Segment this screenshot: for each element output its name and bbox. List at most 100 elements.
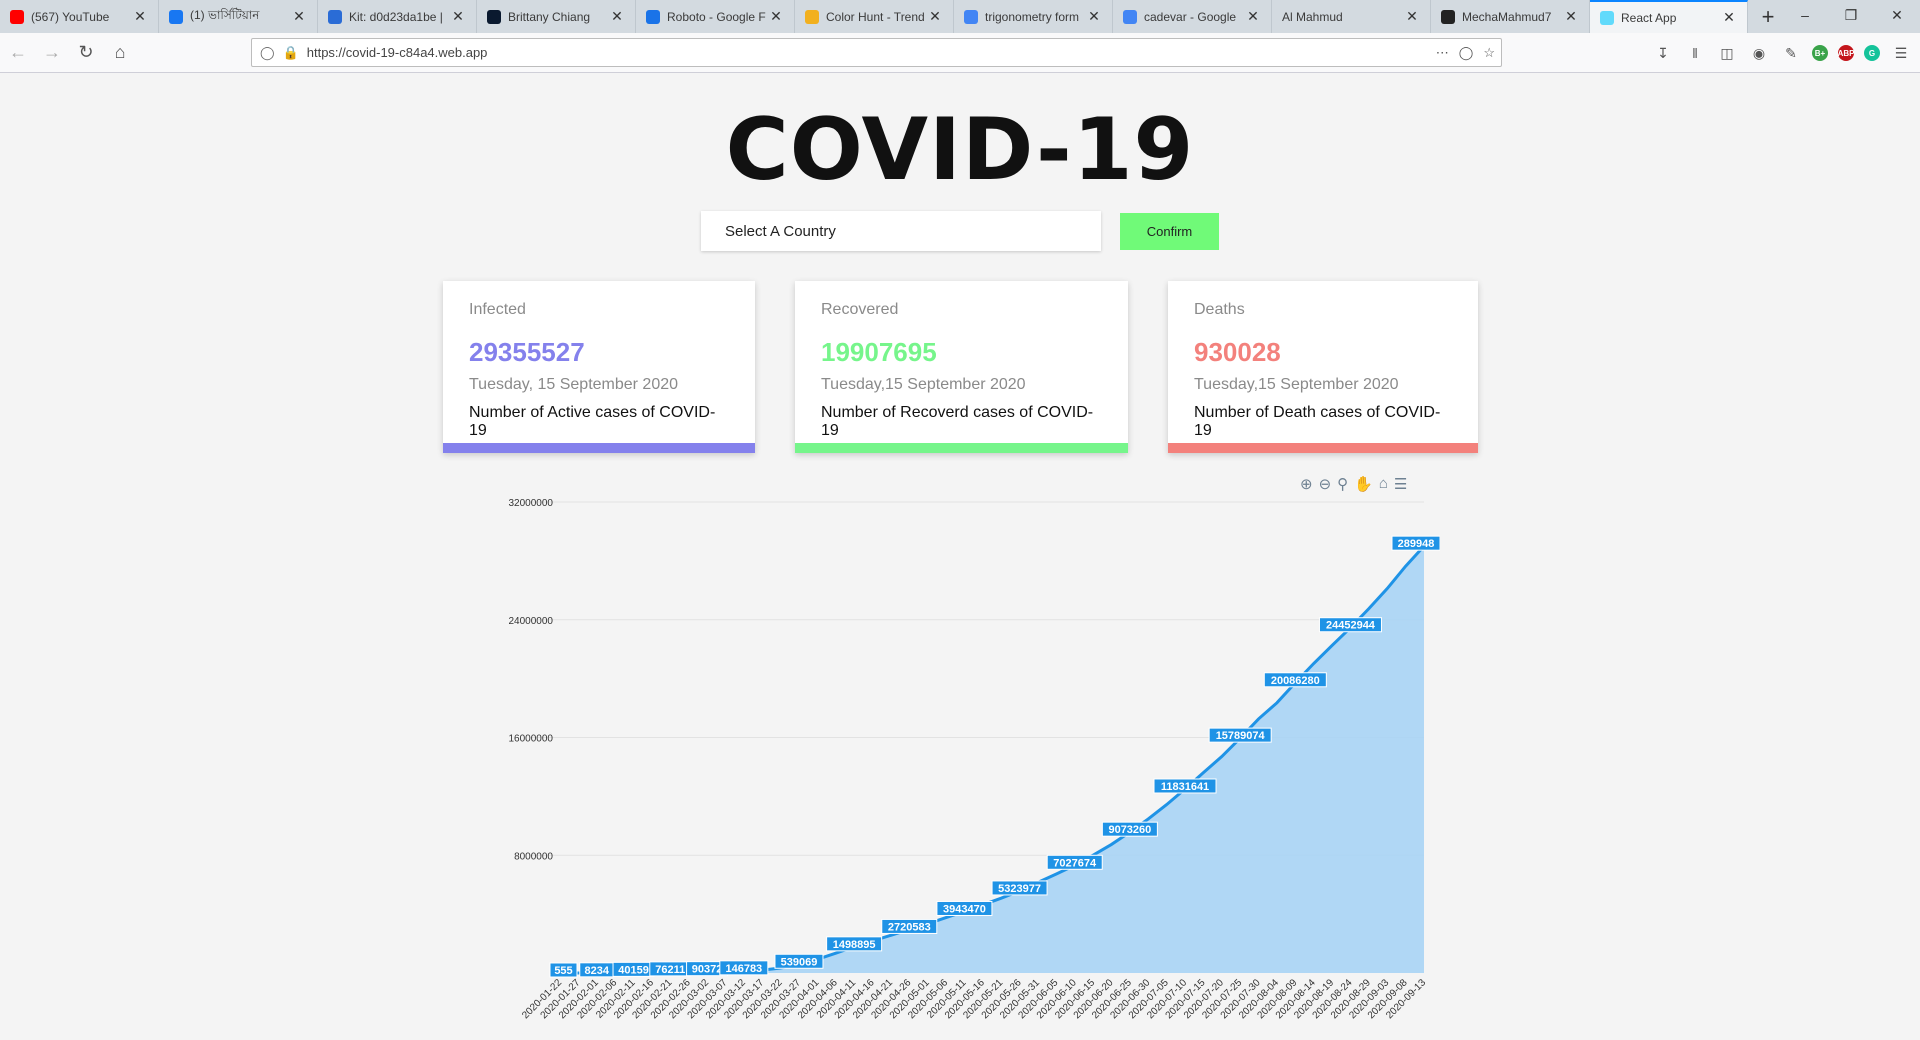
data-label: 90372 [692,964,723,976]
data-label: 146783 [725,963,762,975]
data-label: 24452944 [1326,620,1376,632]
tab-title: React App [1621,10,1677,25]
browser-tab[interactable]: Color Hunt - Trend ✕ [795,0,954,33]
tab-title: Roboto - Google F [667,9,766,24]
y-tick-label: 8000000 [514,851,553,862]
data-label: 11831641 [1161,781,1209,793]
card-accent-bar [443,443,755,453]
tab-close-icon[interactable]: ✕ [1086,8,1102,25]
github-icon [1441,9,1455,24]
data-label: 5323977 [998,883,1041,895]
page-title: COVID-19 [725,100,1195,200]
browser-tab[interactable]: Al Mahmud ✕ [1272,0,1431,33]
page-actions-icon[interactable]: ⋯ [1436,45,1449,61]
country-select-label: Select A Country [725,222,836,240]
menu-icon[interactable]: ☰ [1890,42,1912,64]
color-hunt-icon [805,9,819,24]
tab-close-icon[interactable]: ✕ [450,8,466,25]
adblock-plus-icon[interactable]: ABP [1838,45,1854,61]
card-date: Tuesday,15 September 2020 [1194,376,1399,393]
country-select[interactable]: Select A Country [701,211,1101,251]
tab-close-icon[interactable]: ✕ [768,8,784,25]
confirm-button[interactable]: Confirm [1120,213,1219,250]
tab-close-icon[interactable]: ✕ [1404,8,1420,25]
data-label: 2720583 [888,921,931,933]
card-value: 930028 [1194,337,1281,367]
card-caption: Deaths [1194,301,1245,318]
b-logo-icon [487,9,501,24]
card-description: Number of Recoverd cases of COVID-19 [821,404,1094,439]
google-fonts-icon [646,9,660,24]
data-label: 76211 [655,964,685,976]
tab-title: (1) ভার্সিটিয়ান [190,7,260,22]
tab-close-icon[interactable]: ✕ [609,8,625,25]
tab-close-icon[interactable]: ✕ [1721,9,1737,26]
restore-icon[interactable]: ❐ [1828,0,1874,33]
browser-tab[interactable]: Kit: d0d23da1be | ✕ [318,0,477,33]
tab-close-icon[interactable]: ✕ [1563,8,1579,25]
window-controls: – ❐ ✕ [1782,0,1920,33]
lock-icon: 🔒 [282,44,299,60]
tab-title: (567) YouTube [31,9,110,24]
download-icon[interactable]: ↧ [1652,42,1674,64]
tab-close-icon[interactable]: ✕ [1245,8,1261,25]
browser-tab[interactable]: (567) YouTube ✕ [0,0,159,33]
browser-tab[interactable]: Brittany Chiang ✕ [477,0,636,33]
tab-close-icon[interactable]: ✕ [132,8,148,25]
youtube-icon [10,9,24,24]
address-bar[interactable]: ◯ 🔒 https://covid-19-c84a4.web.app ⋯ ◯ ☆ [251,38,1502,67]
account-icon[interactable]: ◉ [1748,42,1770,64]
data-label: 8234 [585,965,610,977]
tab-title: trigonometry form [985,9,1080,24]
screenshot-icon[interactable]: ✎ [1780,42,1802,64]
deaths-card: Deaths 930028 Tuesday,15 September 2020 … [1168,281,1478,453]
back-icon[interactable]: ← [2,37,34,69]
data-label: 539069 [781,956,818,968]
shield-icon[interactable]: ◯ [260,45,275,61]
browser-tab[interactable]: trigonometry form ✕ [954,0,1113,33]
data-label: 15789074 [1216,730,1266,742]
tab-title: MechaMahmud7 [1462,9,1552,24]
browser-tab[interactable]: Roboto - Google F ✕ [636,0,795,33]
tab-strip: (567) YouTube ✕ (1) ভার্সিটিয়ান ✕ Kit: d0d2… [0,0,1920,33]
url-text[interactable]: https://covid-19-c84a4.web.app [307,45,488,60]
tab-title: Kit: d0d23da1be | [349,9,443,24]
card-accent-bar [795,443,1128,453]
data-label: 289948 [1398,538,1435,550]
google-icon [964,9,978,24]
tab-title: Color Hunt - Trend [826,9,925,24]
tab-title: cadevar - Google [1144,9,1237,24]
card-value: 19907695 [821,337,937,367]
pocket-icon[interactable]: ◯ [1459,45,1474,61]
home-icon[interactable]: ⌂ [104,37,136,69]
sidebar-icon[interactable]: ◫ [1716,42,1738,64]
minimize-icon[interactable]: – [1782,0,1828,33]
y-tick-label: 16000000 [509,734,554,745]
browser-tab[interactable]: React App ✕ [1590,0,1748,33]
data-label: 1498895 [833,939,876,951]
google-icon [1123,9,1137,24]
browser-tab[interactable]: MechaMahmud7 ✕ [1431,0,1590,33]
tab-close-icon[interactable]: ✕ [927,8,943,25]
card-caption: Recovered [821,301,899,318]
tab-close-icon[interactable]: ✕ [291,8,307,25]
extension-b-plus-icon[interactable]: B+ [1812,45,1828,61]
library-icon[interactable]: ‖ [1684,42,1706,64]
cases-area-chart: 32000000240000001600000080000002020-01-2… [509,498,1440,1021]
grammarly-icon[interactable]: G [1864,45,1880,61]
browser-tab[interactable]: (1) ভার্সিটিয়ান ✕ [159,0,318,33]
data-label: 3943470 [943,903,986,915]
flag-icon [328,9,342,24]
browser-tab[interactable]: cadevar - Google ✕ [1113,0,1272,33]
data-label: 20086280 [1271,675,1320,687]
data-label: 40159 [618,964,649,976]
card-date: Tuesday, 15 September 2020 [469,376,679,393]
reload-icon[interactable]: ↻ [70,37,102,69]
navigation-toolbar: ← → ↻ ⌂ ◯ 🔒 https://covid-19-c84a4.web.a… [0,33,1920,73]
forward-icon[interactable]: → [36,37,68,69]
data-label: 9073260 [1108,824,1151,836]
bookmark-star-icon[interactable]: ☆ [1483,45,1495,61]
infected-card: Infected 29355527 Tuesday, 15 September … [443,281,755,453]
recovered-card: Recovered 19907695 Tuesday,15 September … [795,281,1128,453]
window-close-icon[interactable]: ✕ [1874,0,1920,33]
